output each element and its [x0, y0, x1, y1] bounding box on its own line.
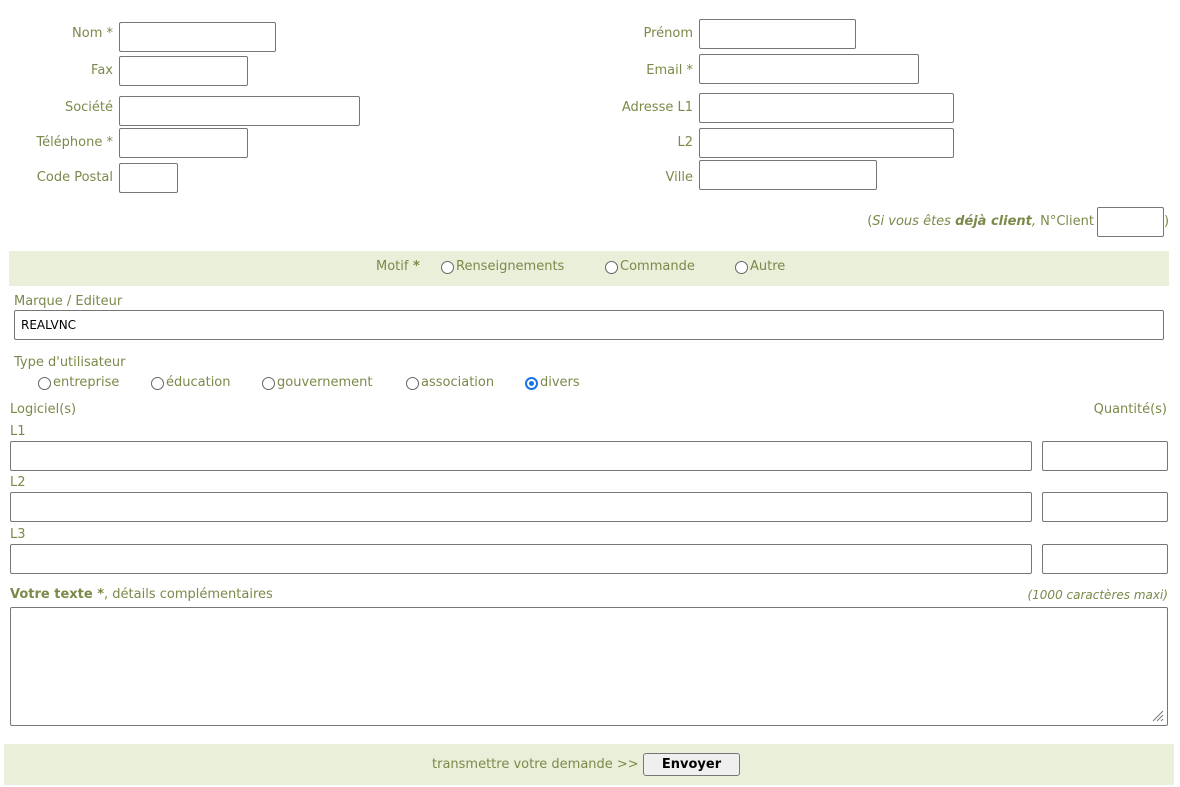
logiciel-row-label: L1: [10, 424, 26, 439]
logiciel-row-label: L2: [10, 475, 26, 490]
email-input[interactable]: [699, 54, 919, 84]
radio-icon[interactable]: [38, 376, 51, 390]
fax-label: Fax: [91, 63, 113, 78]
type-option-association[interactable]: association: [406, 375, 494, 391]
code-postal-label: Code Postal: [36, 170, 113, 185]
client-note: (Si vous êtes déjà client, N°Client: [700, 214, 1094, 230]
fax-input[interactable]: [119, 56, 248, 86]
nom-label: Nom *: [72, 26, 113, 41]
type-option-entreprise[interactable]: entreprise: [38, 375, 119, 391]
adresse-l1-input[interactable]: [699, 93, 954, 123]
type-option-divers[interactable]: divers: [525, 375, 580, 391]
prenom-input[interactable]: [699, 19, 856, 49]
motif-option-autre[interactable]: Autre: [735, 259, 785, 275]
adresse-l1-label: Adresse L1: [621, 100, 693, 115]
societe-label: Société: [64, 100, 113, 115]
ville-input[interactable]: [699, 160, 877, 190]
nom-input[interactable]: [119, 22, 276, 52]
motif-option-commande[interactable]: Commande: [605, 259, 695, 275]
adresse-l2-input[interactable]: [699, 128, 954, 158]
nclient-label: N°Client: [1036, 214, 1094, 229]
quantite-l1-input[interactable]: [1042, 441, 1168, 471]
quantite-label: Quantité(s): [1093, 402, 1167, 417]
logiciel-l2-input[interactable]: [10, 492, 1032, 522]
type-option-education[interactable]: éducation: [151, 375, 231, 391]
radio-icon[interactable]: [406, 376, 419, 390]
radio-checked-icon[interactable]: [525, 376, 538, 390]
logiciel-l3-input[interactable]: [10, 544, 1032, 574]
envoyer-button[interactable]: Envoyer: [643, 753, 740, 776]
client-close-paren: ): [1164, 214, 1170, 229]
logiciels-label: Logiciel(s): [10, 402, 77, 417]
type-option-gouvernement[interactable]: gouvernement: [262, 375, 373, 391]
texte-max-note: (1000 caractères maxi): [1027, 588, 1168, 602]
quantite-l2-input[interactable]: [1042, 492, 1168, 522]
client-deja-client: déjà client: [955, 214, 1032, 229]
radio-icon[interactable]: [605, 260, 618, 274]
radio-icon[interactable]: [262, 376, 275, 390]
telephone-input[interactable]: [119, 128, 248, 158]
type-utilisateur-label: Type d'utilisateur: [14, 355, 126, 370]
telephone-label: Téléphone *: [36, 135, 113, 150]
motif-option-renseignements[interactable]: Renseignements: [441, 259, 564, 275]
logiciel-l1-input[interactable]: [10, 441, 1032, 471]
motif-label: Motif *: [376, 259, 420, 274]
adresse-l2-label: L2: [677, 135, 693, 150]
marque-input[interactable]: [14, 310, 1164, 340]
prenom-label: Prénom: [643, 26, 693, 41]
ville-label: Ville: [665, 170, 693, 185]
nclient-input[interactable]: [1097, 207, 1164, 237]
marque-label: Marque / Editeur: [14, 294, 123, 309]
client-si-vous: Si vous êtes: [872, 214, 956, 229]
logiciel-row-label: L3: [10, 527, 26, 542]
texte-textarea[interactable]: [10, 607, 1168, 726]
radio-icon[interactable]: [441, 260, 454, 274]
radio-icon[interactable]: [151, 376, 164, 390]
email-label: Email *: [646, 63, 693, 78]
motif-band: [9, 251, 1169, 286]
resize-handle-icon[interactable]: [1152, 710, 1164, 722]
texte-label: Votre texte *, détails complémentaires: [10, 587, 273, 602]
submit-prompt: transmettre votre demande >>: [432, 757, 639, 772]
code-postal-input[interactable]: [119, 163, 178, 193]
quantite-l3-input[interactable]: [1042, 544, 1168, 574]
radio-icon[interactable]: [735, 260, 748, 274]
societe-input[interactable]: [119, 96, 360, 126]
